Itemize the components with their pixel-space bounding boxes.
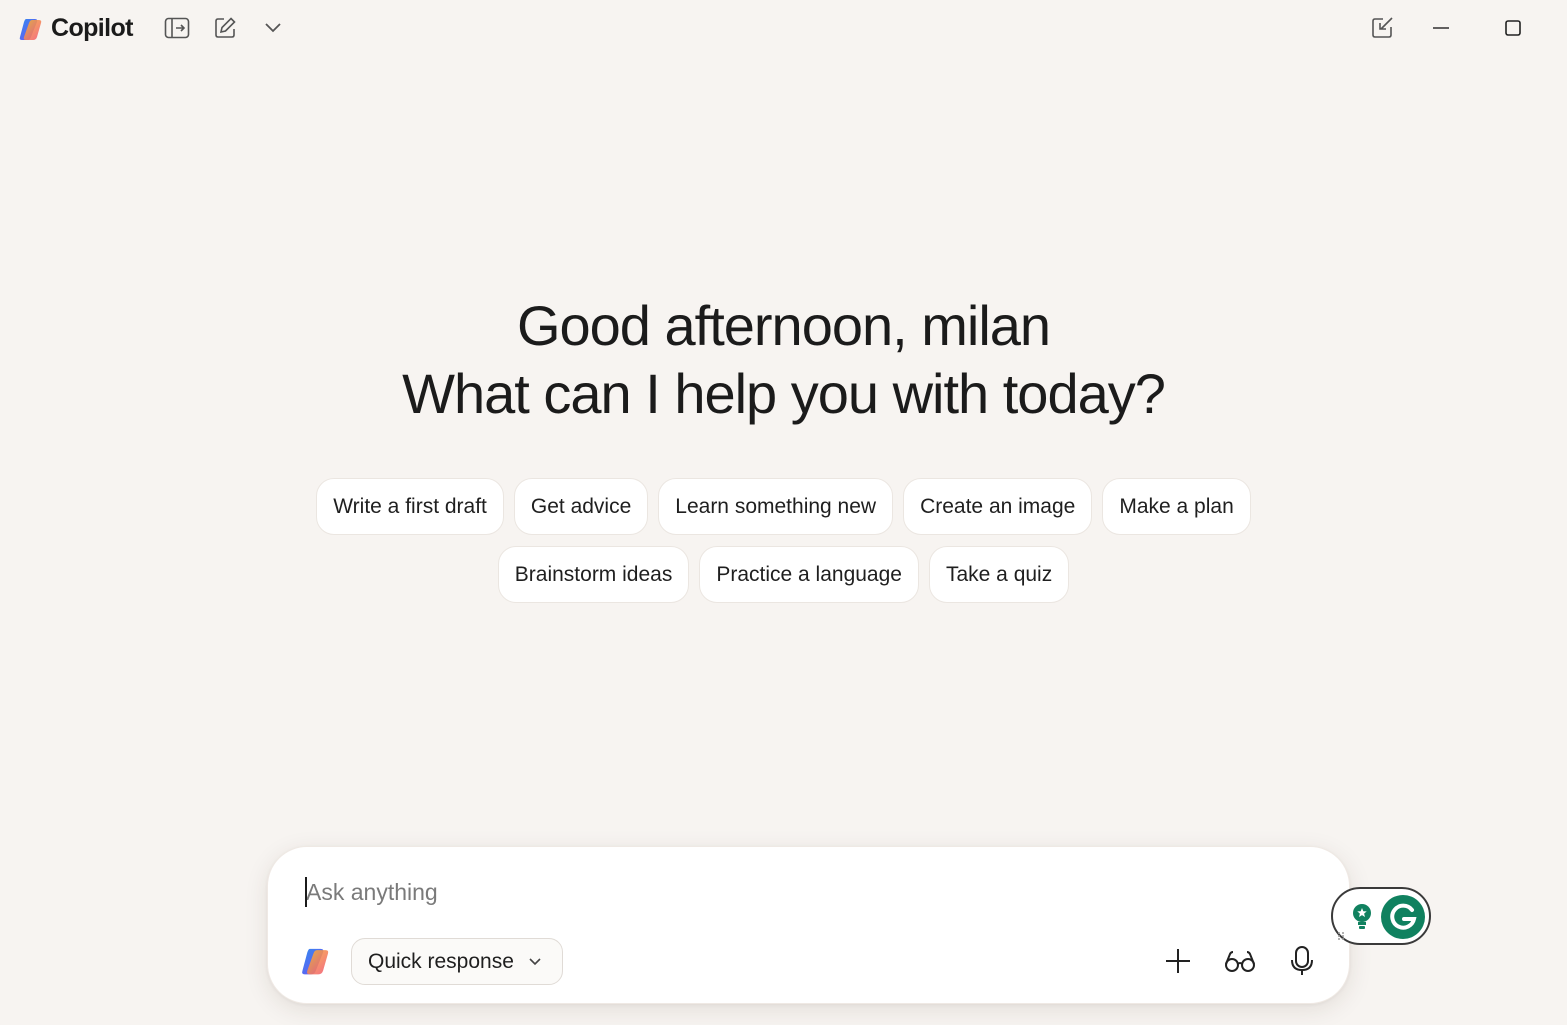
suggestion-chip-take-quiz[interactable]: Take a quiz (928, 546, 1070, 603)
suggestion-chip-practice-language[interactable]: Practice a language (699, 546, 919, 603)
voice-input-button[interactable] (1284, 943, 1320, 979)
suggestion-chip-get-advice[interactable]: Get advice (513, 478, 649, 535)
add-icon (1166, 949, 1190, 973)
greeting-line: Good afternoon, milan (516, 294, 1051, 357)
greeting-heading: Good afternoon, milan What can I help yo… (0, 292, 1567, 428)
suggestion-chip-make-plan[interactable]: Make a plan (1102, 478, 1251, 535)
suggestion-chip-write-draft[interactable]: Write a first draft (316, 478, 504, 535)
sidebar-toggle-icon (164, 17, 190, 39)
minimize-icon (1433, 27, 1449, 29)
minimize-button[interactable] (1425, 12, 1457, 44)
suggestion-chip-brainstorm[interactable]: Brainstorm ideas (497, 546, 690, 603)
sidebar-toggle-button[interactable] (161, 12, 193, 44)
copilot-app: Copilot Good afternoon, milan What can I… (0, 0, 1567, 1025)
response-mode-label: Quick response (368, 949, 514, 973)
drag-handle-icon (1338, 932, 1344, 940)
lightbulb-icon (1353, 904, 1371, 929)
maximize-icon (1505, 20, 1521, 36)
grammarly-widget[interactable] (1331, 887, 1431, 945)
chat-composer: Quick response (267, 846, 1350, 1004)
new-chat-button[interactable] (209, 12, 241, 44)
response-mode-select[interactable]: Quick response (351, 938, 563, 985)
compact-mode-icon (1372, 17, 1393, 38)
app-title: Copilot (51, 14, 133, 42)
add-attachment-button[interactable] (1160, 943, 1196, 979)
suggestion-chip-learn[interactable]: Learn something new (658, 478, 894, 535)
history-dropdown-button[interactable] (257, 12, 289, 44)
copilot-logo-icon (19, 18, 42, 40)
vision-icon (1225, 951, 1255, 972)
new-chat-icon (215, 17, 236, 38)
chevron-down-icon (265, 23, 281, 33)
greeting-question: What can I help you with today? (402, 362, 1166, 425)
app-brand: Copilot (18, 14, 133, 43)
grammarly-logo-icon (1381, 895, 1425, 939)
text-cursor (305, 877, 307, 907)
suggestion-chip-create-image[interactable]: Create an image (903, 478, 1093, 535)
vision-button[interactable] (1222, 943, 1258, 979)
title-bar: Copilot (0, 0, 1567, 56)
suggestion-row-1: Write a first draft Get advice Learn som… (0, 478, 1567, 535)
microphone-icon (1291, 946, 1313, 975)
maximize-button[interactable] (1497, 12, 1529, 44)
suggestion-row-2: Brainstorm ideas Practice a language Tak… (0, 546, 1567, 603)
compact-mode-button[interactable] (1366, 12, 1398, 44)
ask-input[interactable] (306, 875, 1306, 909)
copilot-logo-icon (302, 948, 329, 975)
chevron-down-icon (528, 957, 542, 966)
